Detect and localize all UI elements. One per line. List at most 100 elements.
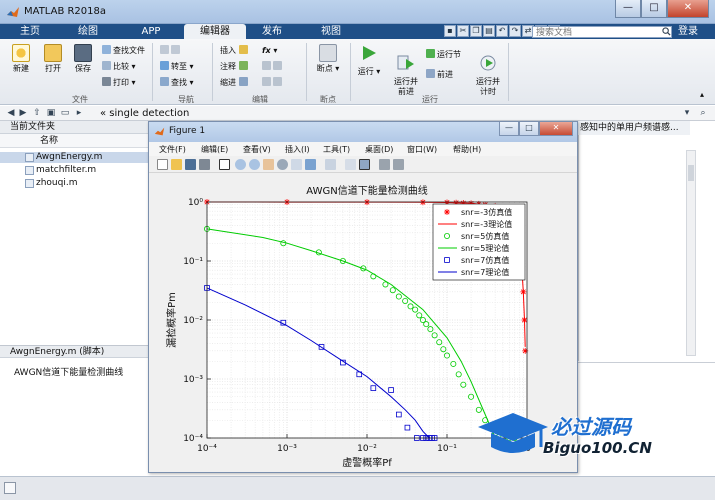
qa-undo-icon[interactable]: ↶ — [496, 25, 508, 37]
pan-icon[interactable] — [263, 159, 274, 170]
zoom-out-icon[interactable] — [249, 159, 260, 170]
editor-tab[interactable]: 感知中的单用户频谱感... — [578, 121, 690, 135]
tab-home[interactable]: 主页 — [8, 24, 52, 39]
tab-apps[interactable]: APP — [124, 24, 178, 39]
qa-redo-icon[interactable]: ↷ — [509, 25, 521, 37]
nav-back-forward[interactable] — [160, 45, 182, 57]
qa-save-icon[interactable]: ▪ — [444, 25, 456, 37]
menu-edit[interactable]: 编辑(E) — [201, 144, 228, 155]
compare-button[interactable]: 比较 ▾ — [102, 61, 136, 73]
path-search-icon[interactable]: ⌕ — [698, 108, 708, 118]
list-item[interactable]: zhouqi.m — [0, 178, 148, 189]
back-icon[interactable]: ◀ — [6, 108, 16, 118]
menu-window[interactable]: 窗口(W) — [407, 144, 437, 155]
y-tick-label: 10⁻⁴ — [183, 434, 203, 444]
forward-icon[interactable]: ▶ — [18, 108, 28, 118]
y-axis-label: 漏检概率Pm — [165, 292, 178, 348]
zoom-in-icon[interactable] — [235, 159, 246, 170]
find-button[interactable]: 查找 ▾ — [160, 77, 194, 89]
tab-publish[interactable]: 发布 — [250, 24, 294, 39]
y-tick-label: 10⁻³ — [183, 375, 203, 385]
new-button[interactable]: 新建 — [8, 44, 34, 74]
new-figure-icon[interactable] — [157, 159, 168, 170]
tab-editor[interactable]: 编辑器 — [184, 24, 246, 39]
legend-icon[interactable] — [359, 159, 370, 170]
find-files-button[interactable]: 查找文件 — [102, 45, 145, 57]
column-header-name[interactable]: 名称 — [0, 134, 148, 148]
open-button[interactable]: 打开 — [40, 44, 66, 74]
menu-view[interactable]: 查看(V) — [243, 144, 271, 155]
tab-view[interactable]: 视图 — [306, 24, 356, 39]
figure-close-button[interactable]: ✕ — [539, 122, 573, 136]
search-icon[interactable] — [662, 27, 671, 36]
chart[interactable]: 10⁻⁴ 10⁻³ 10⁻² 10⁻¹ 10⁰ 10⁰ 10⁻¹ 10⁻² 10⁻³ 10⁻⁴ AW… — [155, 176, 571, 469]
title-bar: MATLAB R2018a — □ ✕ — [0, 0, 715, 24]
colorbar-icon[interactable] — [345, 159, 356, 170]
search-input[interactable] — [532, 26, 672, 38]
restore-button[interactable]: □ — [641, 0, 667, 18]
folder-icon[interactable]: ▭ — [60, 108, 70, 118]
list-item[interactable]: AwgnEnergy.m — [0, 152, 148, 163]
minimize-button[interactable]: — — [615, 0, 641, 18]
print-icon[interactable] — [199, 159, 210, 170]
figure-minimize-button[interactable]: — — [499, 122, 519, 136]
open-icon[interactable] — [171, 159, 182, 170]
menu-tools[interactable]: 工具(T) — [323, 144, 350, 155]
tab-plots[interactable]: 绘图 — [66, 24, 110, 39]
run-advance-button[interactable]: 运行并 前进 — [390, 44, 422, 97]
path-dropdown-icon[interactable]: ▾ — [682, 108, 692, 118]
menu-desktop[interactable]: 桌面(D) — [365, 144, 393, 155]
figure-canvas[interactable]: 10⁻⁴ 10⁻³ 10⁻² 10⁻¹ 10⁰ 10⁰ 10⁻¹ 10⁻² 10⁻³ 10⁻⁴ AW… — [155, 176, 571, 469]
ribbon-collapse-icon[interactable]: ▴ — [700, 89, 704, 101]
m-file-icon — [25, 179, 34, 188]
brush-icon[interactable] — [305, 159, 316, 170]
link-icon[interactable] — [325, 159, 336, 170]
goto-button[interactable]: 转至 ▾ — [160, 61, 194, 73]
browse-folder-icon[interactable]: ▣ — [46, 108, 56, 118]
menu-file[interactable]: 文件(F) — [159, 144, 186, 155]
menu-insert[interactable]: 插入(I) — [285, 144, 310, 155]
editor-scrollbar[interactable] — [686, 150, 696, 356]
breakpoints-button[interactable]: 断点 ▾ — [314, 44, 342, 74]
edit-tools-1[interactable] — [262, 61, 284, 73]
run-time-button[interactable]: 运行并 计时 — [474, 44, 502, 97]
rotate-icon[interactable] — [277, 159, 288, 170]
run-section-button[interactable]: 运行节 — [426, 49, 461, 61]
qa-copy-icon[interactable]: ❐ — [470, 25, 482, 37]
run-advance-icon — [397, 55, 414, 70]
command-window[interactable] — [578, 362, 715, 476]
save-button[interactable]: 保存 — [70, 44, 96, 74]
qa-cut-icon[interactable]: ✂ — [457, 25, 469, 37]
run-button[interactable]: 运行 ▾ — [356, 44, 382, 77]
close-button[interactable]: ✕ — [667, 0, 709, 18]
current-path[interactable]: « single detection — [100, 108, 189, 119]
chevron-right-icon[interactable]: ▸ — [74, 108, 84, 118]
login-link[interactable]: 登录 — [678, 25, 698, 38]
data-cursor-icon[interactable] — [291, 159, 302, 170]
figure-restore-button[interactable]: □ — [519, 122, 539, 136]
chart-title: AWGN信道下能量检测曲线 — [306, 184, 427, 197]
insert-button[interactable]: 插入 — [220, 45, 250, 57]
x-tick-label: 10⁻¹ — [437, 444, 457, 454]
show-tools-icon[interactable] — [393, 159, 404, 170]
qa-paste-icon[interactable]: ▤ — [483, 25, 495, 37]
scrollbar-thumb[interactable] — [688, 165, 694, 181]
legend-label: snr=7仿真值 — [461, 255, 509, 265]
menu-help[interactable]: 帮助(H) — [453, 144, 481, 155]
hide-tools-icon[interactable] — [379, 159, 390, 170]
advance-button[interactable]: 前进 — [426, 69, 453, 81]
save-icon[interactable] — [185, 159, 196, 170]
edit-tools-2[interactable] — [262, 77, 284, 89]
list-item[interactable]: matchfilter.m — [0, 165, 148, 176]
indent-button[interactable]: 缩进 — [220, 77, 250, 89]
expand-panel-icon[interactable] — [4, 482, 16, 494]
fx-button[interactable]: fx ▾ — [262, 45, 277, 57]
nav-icon-2 — [171, 45, 180, 54]
up-folder-icon[interactable]: ⇧ — [32, 108, 42, 118]
pointer-icon[interactable] — [219, 159, 230, 170]
insert-icon — [238, 45, 248, 54]
separator — [212, 43, 213, 101]
ribbon-toolbar: 新建 打开 保存 查找文件 比较 ▾ 打印 ▾ 文件 转至 ▾ 查找 ▾ 导航 … — [0, 39, 715, 105]
comment-button[interactable]: 注释 — [220, 61, 250, 73]
print-button[interactable]: 打印 ▾ — [102, 77, 136, 89]
